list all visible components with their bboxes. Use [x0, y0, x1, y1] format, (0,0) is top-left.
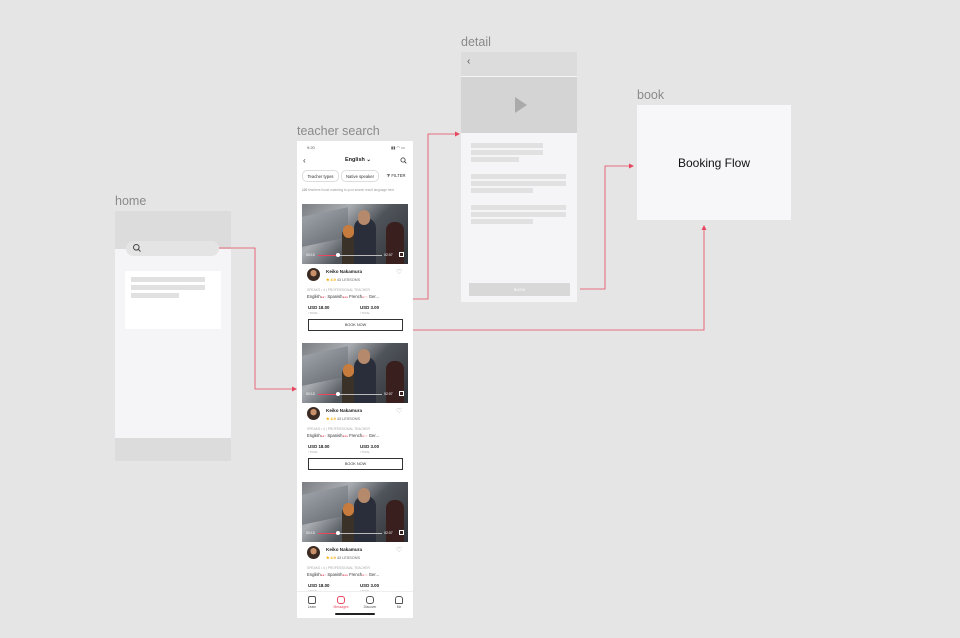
- connector-search-to-book: [413, 229, 705, 331]
- connector-detail-to-book: [580, 165, 630, 290]
- connector-search-to-detail: [413, 133, 456, 300]
- arrowhead: [629, 163, 634, 169]
- arrowhead: [455, 131, 460, 137]
- arrowhead: [701, 225, 707, 230]
- arrowhead: [292, 386, 297, 392]
- connector-home-to-search: [219, 247, 293, 390]
- flow-connectors: [219, 131, 707, 392]
